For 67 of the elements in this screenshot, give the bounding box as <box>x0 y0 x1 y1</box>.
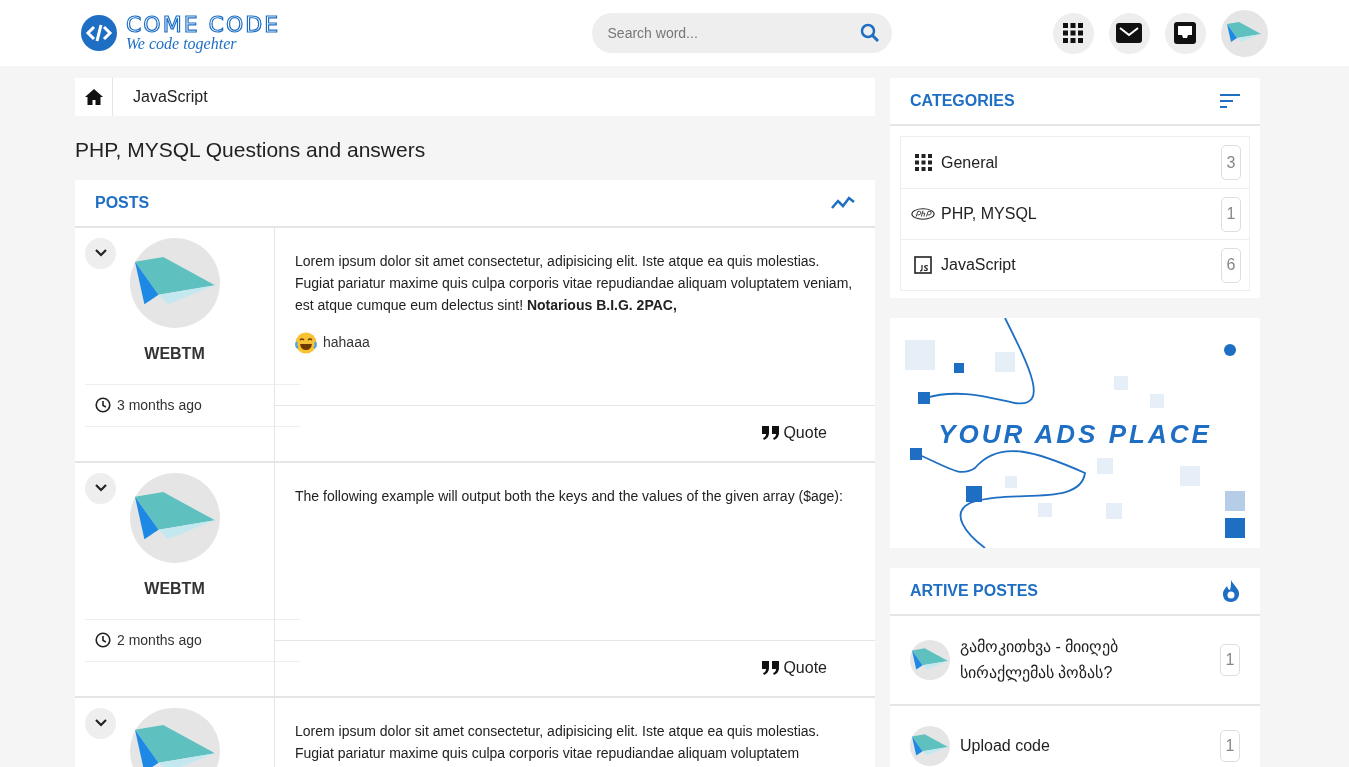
active-post-item[interactable]: გამოკითხვა - მიიღებ სირაქლემას პოზას? 1 <box>890 616 1260 706</box>
js-file-icon <box>914 256 932 274</box>
ad-text: YOUR ADS PLACE <box>938 418 1212 451</box>
php-icon <box>911 207 935 221</box>
expand-toggle[interactable] <box>85 237 116 269</box>
logo-tagline: We code togehter <box>126 36 238 52</box>
sort-icon[interactable] <box>1220 94 1240 108</box>
trend-line-icon <box>831 195 855 210</box>
post-time: 2 months ago <box>117 630 202 650</box>
author-name: WEBTM <box>143 343 206 364</box>
category-item[interactable]: General 3 <box>901 137 1249 188</box>
active-post-item[interactable]: Upload code 1 <box>890 706 1260 767</box>
mail-button[interactable] <box>1109 12 1150 54</box>
panel-title: ARTIVE POSTES <box>910 581 1039 601</box>
clock-icon <box>95 397 111 413</box>
count-badge: 1 <box>1220 730 1240 762</box>
grid-icon <box>1063 23 1084 43</box>
home-icon <box>84 89 103 105</box>
quote-icon <box>762 426 780 440</box>
expand-toggle[interactable] <box>85 472 116 504</box>
paper-plane-icon <box>134 724 215 767</box>
quote-button[interactable]: Quote <box>762 656 827 680</box>
post-time: 3 months ago <box>117 395 202 415</box>
breadcrumb-link[interactable]: JavaScript <box>113 85 228 109</box>
search-icon[interactable] <box>859 23 880 43</box>
post-title: Upload code <box>960 736 1051 756</box>
apps-button[interactable] <box>1053 12 1094 54</box>
code-icon <box>80 14 118 52</box>
category-label: JavaScript <box>941 255 1017 275</box>
post-text: The following example will output both the keys and the values of the given array ($age): <box>295 486 844 506</box>
count-badge: 1 <box>1220 644 1240 676</box>
inbox-icon <box>1174 22 1197 44</box>
post-text: Lorem ipsum dolor sit amet consectetur, adipisicing elit. Iste atque ea quis molestias. Fugiat pariatur maxime quis culpa corporis vitae repudiandae aliquam voluptatem veniam, est atque cumque eum delectus sint! Notarious B.I.G. 2PAC, <box>295 251 854 315</box>
user-avatar[interactable] <box>1221 9 1268 57</box>
category-item[interactable]: PHP, MYSQL 1 <box>901 188 1249 239</box>
panel-title: CATEGORIES <box>910 91 1015 111</box>
ad-banner[interactable]: YOUR ADS PLACE <box>890 318 1260 548</box>
chevron-down-icon <box>94 484 107 492</box>
post-title: გამოკითხვა - მიიღებ სირაქლემას პოზას? <box>960 637 1120 684</box>
flame-icon <box>1222 580 1240 602</box>
chevron-down-icon <box>94 249 107 257</box>
count-badge: 3 <box>1221 145 1241 180</box>
count-badge: 6 <box>1221 247 1241 283</box>
quote-icon <box>762 661 780 675</box>
inbox-button[interactable] <box>1165 12 1206 54</box>
category-label: General <box>941 152 999 173</box>
envelope-icon <box>1116 23 1143 43</box>
logo-title: COME CODE <box>126 14 281 36</box>
logo[interactable]: COME CODE We code togehter <box>80 14 281 52</box>
expand-toggle[interactable] <box>85 707 116 739</box>
paper-plane-icon <box>912 734 948 758</box>
laughing-emoji-icon <box>295 331 317 354</box>
category-item[interactable]: JavaScript 6 <box>901 239 1249 290</box>
clock-icon <box>95 632 111 648</box>
search-field[interactable]: Search word... <box>591 13 892 53</box>
panel-title: POSTS <box>95 192 150 213</box>
quote-button[interactable]: Quote <box>762 421 827 445</box>
post-text: Lorem ipsum dolor sit amet consectetur, adipisicing elit. Iste atque ea quis molestias. Fugiat pariatur maxime quis culpa corporis vitae repudiandae aliquam voluptatem <box>295 721 821 763</box>
count-badge: 1 <box>1221 196 1241 232</box>
category-label: PHP, MYSQL <box>941 204 1038 224</box>
author-name: WEBTM <box>143 578 206 599</box>
reaction-text: hahaaa <box>323 333 370 352</box>
paper-plane-icon <box>1227 22 1262 44</box>
paper-plane-icon <box>912 648 948 672</box>
chevron-down-icon <box>94 719 107 727</box>
grid-icon <box>914 154 932 171</box>
page-title: PHP, MYSQL Questions and answers <box>75 137 427 163</box>
